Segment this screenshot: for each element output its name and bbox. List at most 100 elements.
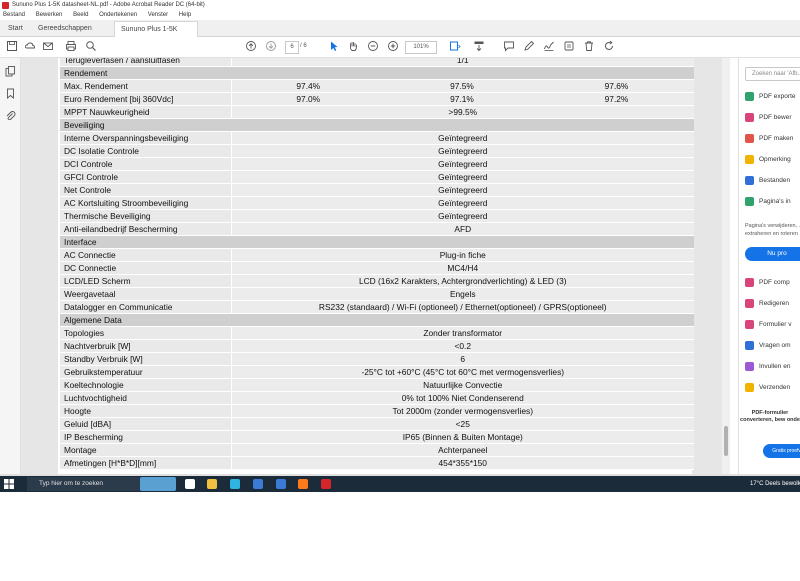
spec-label: Gebruikstemperatuur xyxy=(60,365,232,379)
menu-bewerken[interactable]: Bewerken xyxy=(36,12,63,18)
next-page-icon[interactable] xyxy=(264,40,278,54)
zoom-level-dropdown[interactable]: 101% xyxy=(405,41,437,54)
spec-label: Luchtvochtigheid xyxy=(60,391,232,405)
spec-value: Geïntegreerd xyxy=(231,183,694,197)
taskbar-search-input[interactable]: Typ hier om te zoeken xyxy=(27,477,149,491)
vertical-scrollbar[interactable] xyxy=(722,58,730,474)
zoom-in-icon[interactable] xyxy=(386,40,400,54)
rotate-icon[interactable] xyxy=(602,40,616,54)
attachment-icon[interactable] xyxy=(3,110,17,124)
tool-label: Opmerking xyxy=(759,156,791,163)
tool-item[interactable]: Bestanden xyxy=(745,174,790,188)
edge-icon[interactable] xyxy=(230,479,240,489)
tab-tools[interactable]: Gereedschappen xyxy=(32,21,98,36)
tool-item[interactable]: PDF exporte xyxy=(745,90,796,104)
spec-value: Geïntegreerd xyxy=(231,170,694,184)
highlight-pen-icon[interactable] xyxy=(522,40,536,54)
spec-table: Terugleverfasen / aansluitfasen 1/1 Rendem… xyxy=(60,58,694,470)
spec-label: Terugleverfasen / aansluitfasen xyxy=(60,58,232,67)
section-heading: Rendement xyxy=(60,66,694,80)
table-row: Max. Rendement 97.4% 97.5% 97.6% xyxy=(60,79,694,93)
tool-label: Bestanden xyxy=(759,177,791,184)
window-titlebar: Sununo Plus 1-5K datasheet-NL.pdf - Adob… xyxy=(0,0,800,10)
stamp-icon[interactable] xyxy=(562,40,576,54)
firefox-icon[interactable] xyxy=(298,479,308,489)
spec-label: AC Kortsluiting Stroombeveiliging xyxy=(60,196,232,210)
tool-item[interactable]: Opmerking xyxy=(745,153,791,167)
spec-value: Tot 2000m (zonder vermogensverlies) xyxy=(231,404,694,418)
menu-venster[interactable]: Venster xyxy=(148,12,168,18)
table-row: LCD/LED Scherm LCD (16x2 Karakters, Achte… xyxy=(60,274,694,288)
tool-item[interactable]: PDF comp xyxy=(745,276,790,290)
page-thumbnails-icon[interactable] xyxy=(3,66,17,80)
search-icon[interactable] xyxy=(84,40,98,54)
table-row: Geluid [dBA] <25 xyxy=(60,417,694,431)
table-row: Standby Verbruik [W] 6 xyxy=(60,352,694,366)
tool-item[interactable]: Redigeren xyxy=(745,297,789,311)
tool-item[interactable]: Formulier v xyxy=(745,318,792,332)
spec-label: Koeltechnologie xyxy=(60,378,232,392)
free-trial-button[interactable]: Gratis proefve xyxy=(763,444,800,458)
tool-label: PDF comp xyxy=(759,279,790,286)
spec-value: >99.5% xyxy=(231,105,694,119)
tool-item[interactable]: PDF maken xyxy=(745,132,793,146)
mail-icon[interactable] xyxy=(41,40,55,54)
table-row: AC Kortsluiting Stroombeveiliging Geïnteg… xyxy=(60,196,694,210)
table-row: Hoogte Tot 2000m (zonder vermogensverlies… xyxy=(60,404,694,418)
tool-item[interactable]: Invullen en xyxy=(745,360,790,374)
acrobat-icon[interactable] xyxy=(321,479,331,489)
tool-item[interactable]: PDF bewer xyxy=(745,111,792,125)
mail-icon[interactable] xyxy=(276,479,286,489)
menu-bestand[interactable]: Bestand xyxy=(3,12,25,18)
table-section-row: Beveiliging xyxy=(60,118,694,132)
store-icon[interactable] xyxy=(253,479,263,489)
table-row: Nachtverbruik [W] <0.2 xyxy=(60,339,694,353)
task-view-icon[interactable] xyxy=(185,479,195,489)
spec-value: MC4/H4 xyxy=(231,261,694,275)
upload-cloud-icon[interactable] xyxy=(23,40,37,54)
menu-help[interactable]: Help xyxy=(179,12,191,18)
tool-icon xyxy=(745,319,754,329)
spec-label: Weergavetaal xyxy=(60,287,232,301)
menu-beeld[interactable]: Beeld xyxy=(73,12,88,18)
menu-ondertekenen[interactable]: Ondertekenen xyxy=(99,12,137,18)
comment-icon[interactable] xyxy=(502,40,516,54)
spec-value: LCD (16x2 Karakters, Achtergrondverlicht… xyxy=(231,274,694,288)
file-explorer-icon[interactable] xyxy=(207,479,217,489)
page-number-input[interactable]: 6 xyxy=(285,41,299,54)
tool-item[interactable]: Verzenden xyxy=(745,381,790,395)
spec-label: Datalogger en Communicatie xyxy=(60,300,232,314)
tools-search-input[interactable]: Zoeken naar 'Afb... xyxy=(745,67,800,81)
scroll-mode-icon[interactable] xyxy=(472,40,486,54)
delete-icon[interactable] xyxy=(582,40,596,54)
table-row: Koeltechnologie Natuurlijke Convectie xyxy=(60,378,694,392)
select-pointer-icon[interactable] xyxy=(327,40,341,54)
weather-status[interactable]: 17°C Deels bewolkt xyxy=(750,476,800,492)
primary-action-button[interactable]: Nu pro xyxy=(745,247,800,261)
spec-value: Plug-in fiche xyxy=(231,248,694,262)
tool-label: Pagina's in xyxy=(759,198,791,205)
tool-icon xyxy=(745,91,754,101)
tool-icon xyxy=(745,196,754,206)
tool-item[interactable]: Pagina's in xyxy=(745,195,791,209)
document-viewer[interactable]: Terugleverfasen / aansluitfasen 1/1 Rendem… xyxy=(21,58,722,474)
section-heading: Interface xyxy=(60,235,694,249)
tab-start[interactable]: Start xyxy=(2,21,29,36)
left-navigation-rail xyxy=(0,58,21,474)
fit-page-icon[interactable] xyxy=(448,40,462,54)
tab-tools-label: Gereedschappen xyxy=(38,25,92,32)
tab-document[interactable]: Sununo Plus 1-5K ...× xyxy=(114,21,198,48)
sign-icon[interactable] xyxy=(542,40,556,54)
zoom-out-icon[interactable] xyxy=(366,40,380,54)
scrollbar-thumb[interactable] xyxy=(724,426,728,456)
bookmark-icon[interactable] xyxy=(3,88,17,102)
save-icon[interactable] xyxy=(5,40,19,54)
spec-value: Geïntegreerd xyxy=(231,209,694,223)
windows-start-icon[interactable] xyxy=(4,479,14,489)
print-icon[interactable] xyxy=(64,40,78,54)
tool-item[interactable]: Vragen om xyxy=(745,339,791,353)
hand-tool-icon[interactable] xyxy=(346,40,360,54)
spec-value: <0.2 xyxy=(231,339,694,353)
table-row: Montage Achterpaneel xyxy=(60,443,694,457)
previous-page-icon[interactable] xyxy=(244,40,258,54)
